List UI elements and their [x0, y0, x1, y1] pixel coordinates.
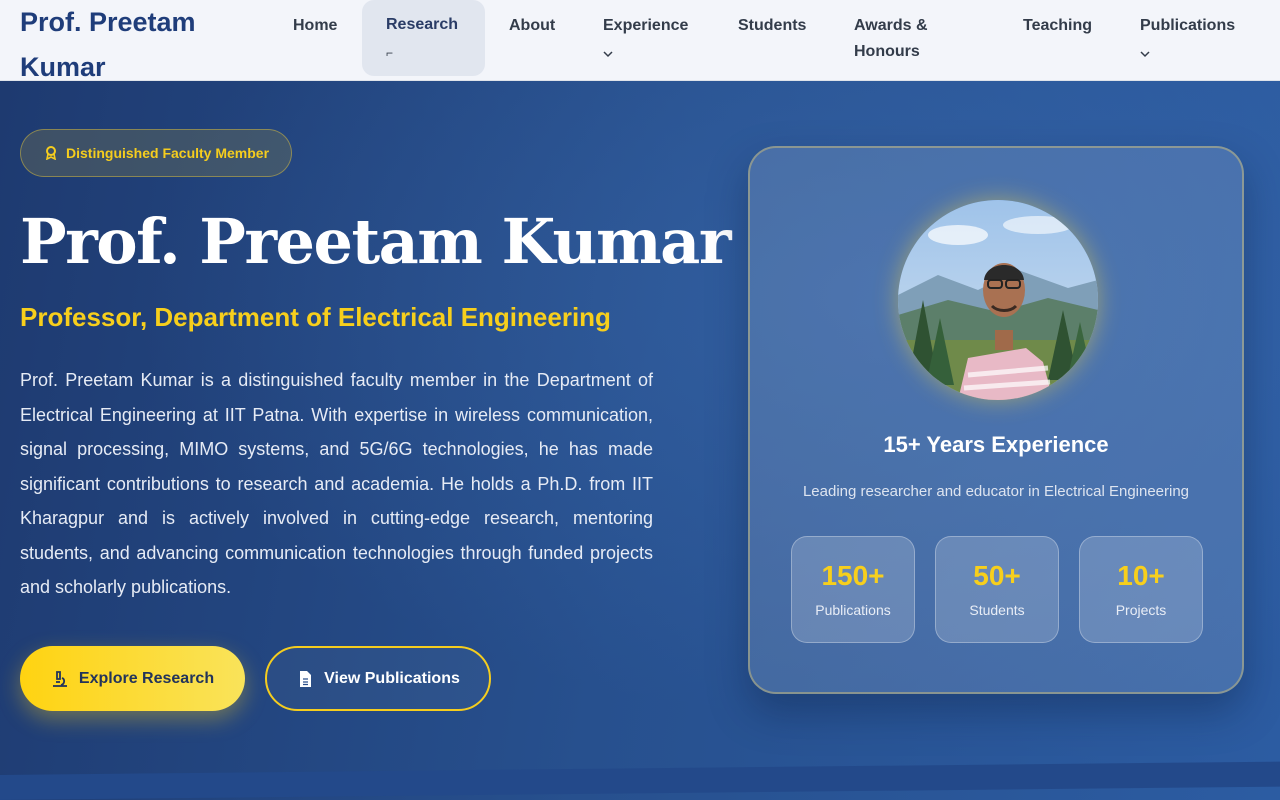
badge-label: Distinguished Faculty Member: [66, 145, 270, 161]
stat-label: Publications: [815, 602, 891, 618]
experience-subtitle: Leading researcher and educator in Elect…: [802, 483, 1190, 500]
stat-students: 50+ Students: [935, 536, 1059, 643]
nav-students[interactable]: Students: [738, 13, 806, 39]
view-publications-button[interactable]: View Publications: [265, 646, 491, 711]
stat-label: Students: [969, 602, 1025, 618]
brand-logo[interactable]: Prof. Preetam Kumar: [20, 0, 260, 90]
stat-value: 10+: [1117, 560, 1165, 591]
nav-about[interactable]: About: [509, 13, 555, 39]
nav-experience-label: Experience: [603, 17, 689, 34]
explore-research-button[interactable]: Explore Research: [20, 646, 245, 711]
navbar: Prof. Preetam Kumar Home Research ⌐ Abou…: [0, 0, 1280, 82]
nav-awards[interactable]: Awards & Honours: [854, 13, 974, 65]
nav-research-label: Research: [386, 16, 459, 33]
nav-research[interactable]: Research ⌐: [362, 0, 485, 76]
hero-description: Prof. Preetam Kumar is a distinguished f…: [20, 370, 653, 597]
nav-publications-label: Publications: [1140, 17, 1236, 34]
nav-publications[interactable]: Publications: [1140, 13, 1235, 67]
chevron-down-icon: ⌐: [386, 46, 394, 60]
faculty-badge: Distinguished Faculty Member: [20, 129, 292, 177]
chevron-down-icon: [1140, 41, 1235, 67]
chevron-down-icon: [603, 41, 688, 67]
nav-experience[interactable]: Experience: [603, 13, 688, 67]
hero-name: Prof. Preetam Kumar: [20, 205, 732, 278]
stat-value: 150+: [821, 560, 885, 591]
profile-card: 15+ Years Experience Leading researcher …: [748, 146, 1244, 694]
stat-projects: 10+ Projects: [1079, 536, 1203, 643]
award-icon: [45, 146, 57, 160]
nav-teaching[interactable]: Teaching: [1023, 13, 1092, 39]
stat-value: 50+: [973, 560, 1021, 591]
stat-label: Projects: [1115, 602, 1167, 618]
microscope-icon: [52, 670, 67, 687]
view-publications-label: View Publications: [324, 669, 460, 687]
document-icon: [300, 670, 312, 687]
experience-title: 15+ Years Experience: [883, 432, 1109, 457]
explore-research-label: Explore Research: [78, 669, 215, 687]
nav-home[interactable]: Home: [293, 13, 337, 39]
hero-role: Professor, Department of Electrical Engi…: [20, 302, 611, 332]
stat-publications: 150+ Publications: [791, 536, 915, 643]
profile-photo: [898, 200, 1098, 400]
